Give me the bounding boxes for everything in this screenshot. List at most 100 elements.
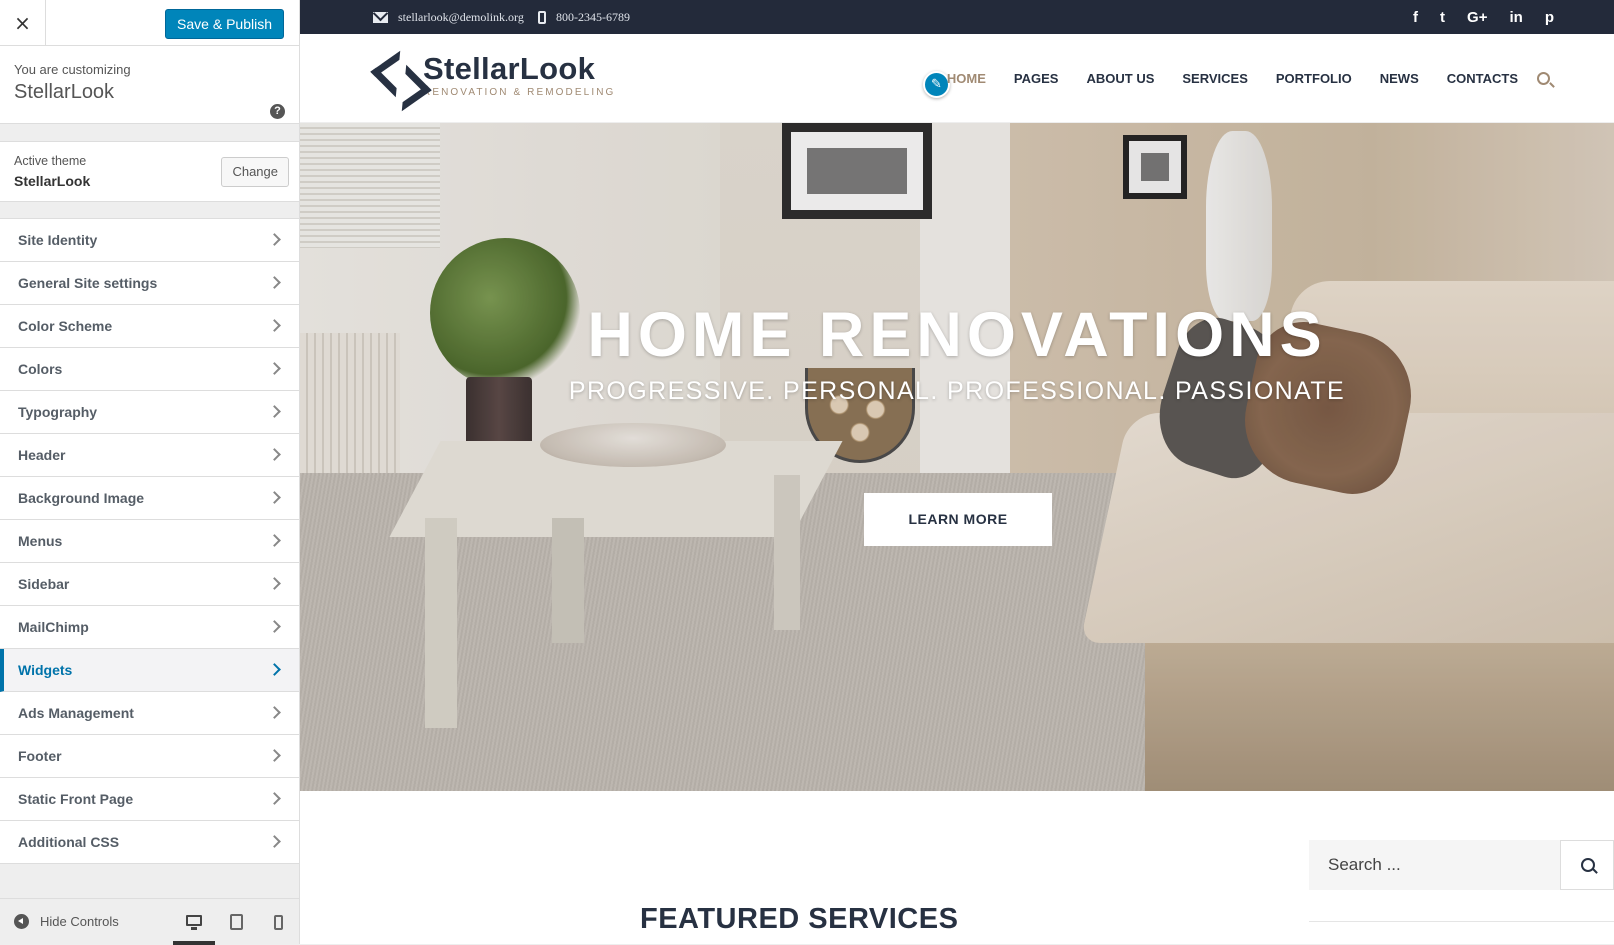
hide-controls-button[interactable]: Hide Controls [14, 914, 119, 929]
logo-name: StellarLook [423, 50, 596, 86]
chevron-right-icon [268, 233, 281, 246]
search-widget [1309, 840, 1614, 890]
search-submit-button[interactable] [1560, 840, 1614, 890]
email-text: stellarlook@demolink.org [398, 9, 524, 24]
nav-item-services[interactable]: SERVICES [1182, 71, 1248, 86]
chevron-right-icon [268, 534, 281, 547]
nav-item-about-us[interactable]: ABOUT US [1086, 71, 1154, 86]
search-input[interactable] [1309, 840, 1561, 890]
nav-item-home[interactable]: HOME [947, 71, 986, 86]
hero-subtitle: PROGRESSIVE. PERSONAL. PROFESSIONAL. PAS… [568, 377, 1346, 405]
active-theme-panel: Active theme StellarLook Change [0, 141, 299, 202]
section-label: Additional CSS [18, 834, 120, 850]
customizer-sections: Site Identity General Site settings Color … [0, 218, 299, 864]
section-label: MailChimp [18, 619, 89, 635]
google-plus-icon[interactable]: G+ [1467, 9, 1487, 26]
search-icon[interactable] [1537, 72, 1550, 85]
chevron-right-icon [268, 577, 281, 590]
section-footer[interactable]: Footer [0, 735, 299, 778]
learn-more-button[interactable]: LEARN MORE [864, 493, 1052, 546]
site-title: StellarLook [14, 81, 115, 103]
section-widgets[interactable]: Widgets [0, 649, 299, 692]
section-label: Background Image [18, 490, 145, 506]
section-ads-management[interactable]: Ads Management [0, 692, 299, 735]
section-label: Site Identity [18, 232, 98, 248]
section-color-scheme[interactable]: Color Scheme [0, 305, 299, 348]
customizing-info: You are customizing StellarLook ? [0, 46, 299, 124]
help-icon[interactable]: ? [270, 104, 285, 119]
section-general-site-settings[interactable]: General Site settings [0, 262, 299, 305]
tablet-icon [229, 914, 243, 930]
chevron-right-icon [268, 319, 281, 332]
section-label: Static Front Page [18, 791, 134, 807]
main-navigation: HOME PAGES ABOUT US SERVICES PORTFOLIO NEWS CO… [947, 34, 1518, 123]
chevron-right-icon [268, 276, 281, 289]
logo-mark-icon [375, 52, 413, 98]
customizer-panel: × Save & Publish You are customizing Ste… [0, 0, 300, 945]
featured-services-heading: FEATURED SERVICES [640, 903, 959, 935]
twitter-icon[interactable]: t [1440, 9, 1445, 26]
nav-item-news[interactable]: NEWS [1380, 71, 1419, 86]
close-icon[interactable]: × [0, 0, 46, 46]
section-label: Colors [18, 361, 63, 377]
section-label: Sidebar [18, 576, 70, 592]
topbar-email[interactable]: stellarlook@demolink.org [373, 0, 524, 34]
linkedin-icon[interactable]: in [1509, 9, 1522, 26]
section-label: Header [18, 447, 66, 463]
section-label: Widgets [18, 662, 73, 678]
phone-text: 800-2345-6789 [556, 9, 630, 24]
section-site-identity[interactable]: Site Identity [0, 219, 299, 262]
section-static-front-page[interactable]: Static Front Page [0, 778, 299, 821]
preview-mobile-button[interactable] [257, 899, 299, 945]
facebook-icon[interactable]: f [1413, 9, 1418, 26]
collapse-icon [14, 914, 29, 929]
widget-divider [1309, 921, 1614, 922]
save-publish-button[interactable]: Save & Publish [165, 9, 284, 39]
section-typography[interactable]: Typography [0, 391, 299, 434]
social-links: f t G+ in p [1413, 0, 1554, 34]
chevron-right-icon [268, 749, 281, 762]
section-menus[interactable]: Menus [0, 520, 299, 563]
mobile-icon [273, 914, 283, 930]
chevron-right-icon [268, 706, 281, 719]
topbar-phone: 800-2345-6789 [538, 0, 630, 34]
chevron-right-icon [268, 620, 281, 633]
customizer-footer: Hide Controls [0, 898, 299, 945]
site-preview: stellarlook@demolink.org 800-2345-6789 f… [300, 0, 1614, 944]
section-background-image[interactable]: Background Image [0, 477, 299, 520]
desktop-icon [186, 914, 202, 930]
logo-tagline: RENOVATION & REMODELING [423, 86, 616, 98]
section-mailchimp[interactable]: MailChimp [0, 606, 299, 649]
preview-tablet-button[interactable] [215, 899, 257, 945]
chevron-right-icon [268, 405, 281, 418]
hero-title: HOME RENOVATIONS [587, 300, 1327, 370]
preview-desktop-button[interactable] [173, 899, 215, 945]
nav-item-contacts[interactable]: CONTACTS [1447, 71, 1518, 86]
site-logo[interactable]: StellarLook RENOVATION & REMODELING [375, 52, 615, 98]
hide-controls-label: Hide Controls [40, 914, 119, 929]
section-label: Color Scheme [18, 318, 113, 334]
customizer-header: × Save & Publish [0, 0, 299, 46]
nav-item-pages[interactable]: PAGES [1014, 71, 1059, 86]
section-label: General Site settings [18, 275, 158, 291]
envelope-icon [373, 11, 388, 23]
section-sidebar[interactable]: Sidebar [0, 563, 299, 606]
nav-item-portfolio[interactable]: PORTFOLIO [1276, 71, 1352, 86]
chevron-right-icon [268, 835, 281, 848]
section-label: Footer [18, 748, 62, 764]
chevron-right-icon [268, 362, 281, 375]
hero-banner: HOME RENOVATIONS PROGRESSIVE. PERSONAL. … [300, 123, 1614, 791]
chevron-right-icon [268, 792, 281, 805]
top-bar: stellarlook@demolink.org 800-2345-6789 f… [300, 0, 1614, 34]
section-colors[interactable]: Colors [0, 348, 299, 391]
change-theme-button[interactable]: Change [221, 157, 289, 187]
pinterest-icon[interactable]: p [1545, 9, 1554, 26]
section-header[interactable]: Header [0, 434, 299, 477]
chevron-right-icon [268, 663, 281, 676]
section-label: Typography [18, 404, 98, 420]
customizing-label: You are customizing [14, 62, 131, 77]
section-label: Menus [18, 533, 63, 549]
section-additional-css[interactable]: Additional CSS [0, 821, 299, 864]
site-header: StellarLook RENOVATION & REMODELING ✎ HO… [300, 34, 1614, 123]
phone-icon [538, 10, 546, 24]
